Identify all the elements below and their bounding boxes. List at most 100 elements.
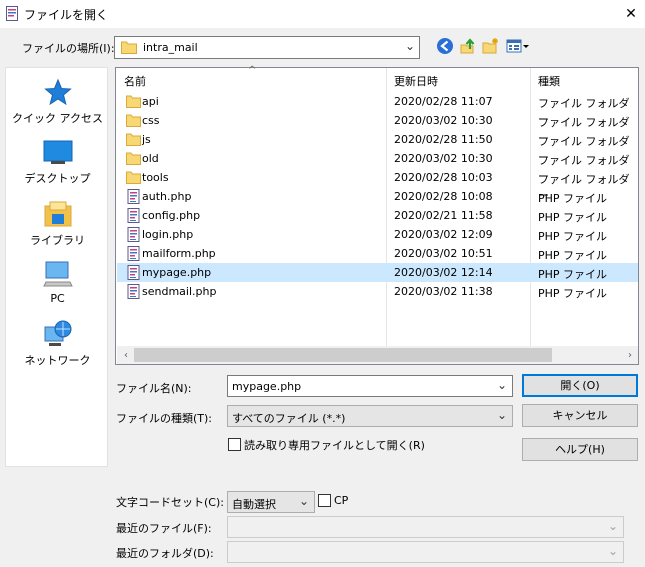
php-file-icon	[127, 265, 140, 280]
place-library[interactable]: ライブラリ	[6, 200, 109, 248]
sort-ascending-icon: ^	[248, 65, 257, 76]
column-header-type[interactable]: 種類	[538, 73, 560, 89]
row-type: PHP ファイル	[538, 249, 608, 262]
folder-row[interactable]: old 2020/03/02 10:30 ファイル フォルダー	[117, 149, 638, 183]
up-folder-icon[interactable]	[459, 37, 477, 55]
file-row[interactable]: mailform.php 2020/03/02 10:51 PHP ファイル	[117, 244, 638, 263]
encoding-value: 自動選択	[232, 498, 276, 511]
location-value: intra_mail	[143, 41, 198, 54]
php-file-icon	[127, 189, 140, 204]
folder-icon	[126, 152, 141, 165]
cancel-button[interactable]: キャンセル	[522, 404, 638, 427]
folder-row[interactable]: api 2020/02/28 11:07 ファイル フォルダー	[117, 92, 638, 126]
row-date: 2020/03/02 10:30	[394, 152, 493, 165]
location-label: ファイルの場所(I):	[22, 42, 115, 55]
row-name: login.php	[142, 228, 194, 241]
row-name: tools	[142, 171, 169, 184]
view-menu-icon[interactable]	[506, 37, 530, 55]
filetype-label: ファイルの種類(T):	[116, 412, 213, 425]
place-desktop[interactable]: デスクトップ	[6, 140, 109, 186]
encoding-dropdown[interactable]: 自動選択 ⌄	[227, 491, 315, 513]
place-label: ライブラリ	[30, 234, 85, 247]
row-name: api	[142, 95, 159, 108]
column-header-name[interactable]: 名前	[124, 73, 146, 89]
row-date: 2020/02/21 11:58	[394, 209, 493, 222]
chevron-down-icon: ⌄	[298, 494, 309, 508]
pc-icon	[42, 261, 73, 287]
php-file-icon	[127, 208, 140, 223]
window-title: ファイルを開く	[24, 8, 109, 22]
folder-icon	[126, 114, 141, 127]
scroll-right-icon[interactable]: ›	[623, 348, 637, 362]
place-label: クイック アクセス	[12, 112, 103, 125]
places-bar: クイック アクセス デスクトップ ライブラリ PC ネットワーク	[5, 67, 108, 467]
row-name: mailform.php	[142, 247, 216, 260]
chevron-down-icon: ⌄	[496, 378, 507, 392]
recent-file-label: 最近のファイル(F):	[116, 522, 212, 535]
row-date: 2020/03/02 12:09	[394, 228, 493, 241]
chevron-down-icon: ⌄	[404, 39, 415, 53]
row-date: 2020/02/28 11:07	[394, 95, 493, 108]
network-icon	[44, 320, 71, 346]
row-name: sendmail.php	[142, 285, 217, 298]
cp-checkbox-label[interactable]: CP	[334, 494, 348, 507]
file-row[interactable]: sendmail.php 2020/03/02 11:38 PHP ファイル	[117, 282, 638, 301]
folder-row[interactable]: css 2020/03/02 10:30 ファイル フォルダー	[117, 111, 638, 145]
scrollbar-thumb[interactable]	[134, 348, 552, 362]
row-type: PHP ファイル	[538, 192, 608, 205]
chevron-down-icon: ⌄	[607, 519, 618, 533]
row-type: PHP ファイル	[538, 211, 608, 224]
row-name: mypage.php	[142, 266, 212, 279]
readonly-checkbox-label[interactable]: 読み取り専用ファイルとして開く(R)	[244, 437, 425, 453]
new-folder-icon[interactable]	[482, 37, 500, 55]
place-network[interactable]: ネットワーク	[6, 318, 109, 368]
row-type: PHP ファイル	[538, 230, 608, 243]
chevron-down-icon: ⌄	[607, 544, 618, 558]
folder-icon	[126, 171, 141, 184]
row-name: js	[142, 133, 151, 146]
location-dropdown[interactable]: intra_mail ⌄	[114, 36, 420, 59]
column-header-date[interactable]: 更新日時	[394, 73, 438, 89]
back-icon[interactable]	[436, 37, 454, 55]
quick-access-star-icon	[43, 78, 72, 106]
row-date: 2020/02/28 10:03	[394, 171, 493, 184]
place-quick-access[interactable]: クイック アクセス	[6, 78, 109, 126]
recent-folder-dropdown[interactable]: ⌄	[227, 541, 624, 563]
filename-input[interactable]: mypage.php ⌄	[227, 375, 513, 397]
library-icon	[44, 201, 71, 227]
close-button[interactable]: ✕	[620, 3, 642, 25]
help-button[interactable]: ヘルプ(H)	[522, 438, 638, 461]
row-name: old	[142, 152, 159, 165]
row-name: css	[142, 114, 160, 127]
open-button[interactable]: 開く(O)	[522, 374, 638, 397]
place-label: ネットワーク	[24, 354, 91, 367]
row-date: 2020/02/28 11:50	[394, 133, 493, 146]
row-date: 2020/02/28 10:08	[394, 190, 493, 203]
title-bar: ファイルを開く ✕	[0, 0, 645, 28]
file-icon	[6, 6, 18, 21]
place-pc[interactable]: PC	[6, 260, 109, 305]
readonly-checkbox[interactable]	[228, 438, 241, 451]
folder-icon	[121, 41, 137, 54]
file-list[interactable]: ^ 名前 更新日時 種類 api 2020/02/28 11:07 ファイル フォル…	[115, 65, 639, 365]
horizontal-scrollbar[interactable]: ‹ ›	[117, 346, 638, 364]
file-row[interactable]: login.php 2020/03/02 12:09 PHP ファイル	[117, 225, 638, 244]
row-date: 2020/03/02 12:14	[394, 266, 493, 279]
file-row[interactable]: config.php 2020/02/21 11:58 PHP ファイル	[117, 206, 638, 225]
row-type: PHP ファイル	[538, 268, 608, 281]
folder-row[interactable]: js 2020/02/28 11:50 ファイル フォルダー	[117, 130, 638, 164]
scroll-left-icon[interactable]: ‹	[119, 348, 133, 362]
folder-row[interactable]: tools 2020/02/28 10:03 ファイル フォルダー	[117, 168, 638, 202]
recent-file-dropdown[interactable]: ⌄	[227, 516, 624, 538]
file-row[interactable]: mypage.php 2020/03/02 12:14 PHP ファイル	[117, 263, 638, 282]
filetype-dropdown[interactable]: すべてのファイル (*.*) ⌄	[227, 405, 513, 427]
recent-folder-label: 最近のフォルダ(D):	[116, 547, 214, 560]
cp-checkbox[interactable]	[318, 494, 331, 507]
row-name: config.php	[142, 209, 201, 222]
folder-icon	[126, 133, 141, 146]
file-row[interactable]: auth.php 2020/02/28 10:08 PHP ファイル	[117, 187, 638, 206]
chevron-down-icon: ⌄	[496, 408, 507, 422]
row-date: 2020/03/02 11:38	[394, 285, 493, 298]
row-type: PHP ファイル	[538, 287, 608, 300]
php-file-icon	[127, 227, 140, 242]
